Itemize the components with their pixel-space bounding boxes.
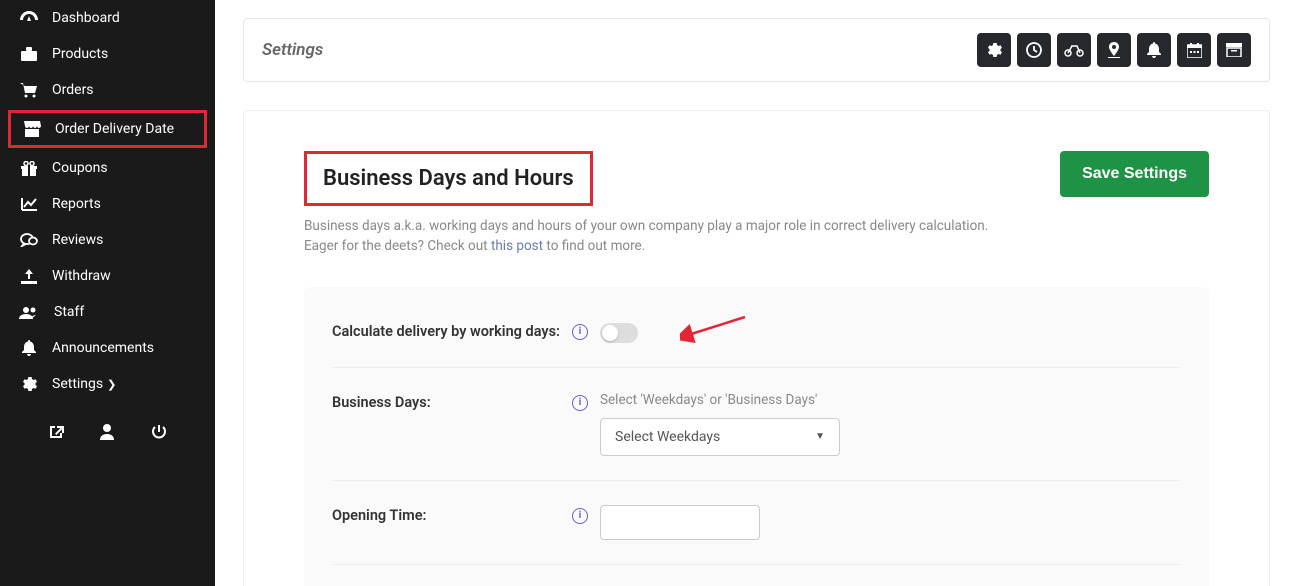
sidebar-item-label: Dashboard bbox=[52, 10, 120, 26]
bell-icon bbox=[18, 340, 40, 356]
header-tab-archive[interactable] bbox=[1217, 33, 1251, 67]
form-row-opening-time: Opening Time: i bbox=[332, 481, 1181, 565]
select-value: Select Weekdays bbox=[615, 429, 720, 445]
opening-time-label: Opening Time: bbox=[332, 505, 572, 524]
sidebar-item-withdraw[interactable]: Withdraw bbox=[0, 258, 215, 294]
sidebar-item-announcements[interactable]: Announcements bbox=[0, 330, 215, 366]
info-icon[interactable]: i bbox=[572, 395, 588, 411]
toggle-knob bbox=[602, 325, 618, 341]
external-link-icon[interactable] bbox=[48, 424, 64, 440]
sidebar-item-products[interactable]: Products bbox=[0, 36, 215, 72]
sidebar-item-order-delivery-date[interactable]: Order Delivery Date bbox=[8, 110, 207, 148]
business-days-label: Business Days: bbox=[332, 392, 572, 411]
users-icon bbox=[18, 306, 40, 319]
sidebar-item-dashboard[interactable]: Dashboard bbox=[0, 0, 215, 36]
section-title: Business Days and Hours bbox=[304, 151, 593, 206]
orders-icon bbox=[18, 83, 40, 98]
dashboard-icon bbox=[18, 11, 40, 25]
calculate-label: Calculate delivery by working days: bbox=[332, 321, 572, 340]
save-settings-button[interactable]: Save Settings bbox=[1060, 151, 1209, 197]
form-row-business-days: Business Days: i Select 'Weekdays' or 'B… bbox=[332, 368, 1181, 481]
sidebar-item-coupons[interactable]: Coupons bbox=[0, 150, 215, 186]
header-tab-calendar[interactable] bbox=[1177, 33, 1211, 67]
settings-form: Calculate delivery by working days: i Bu… bbox=[304, 287, 1209, 586]
chart-icon bbox=[18, 197, 40, 211]
content-panel: Business Days and Hours Business days a.… bbox=[243, 110, 1270, 586]
sidebar-item-label: Orders bbox=[52, 82, 94, 98]
sidebar-item-label: Coupons bbox=[52, 160, 108, 176]
chevron-down-icon: ▼ bbox=[815, 431, 825, 442]
main-content: Settings bbox=[215, 0, 1298, 586]
user-icon[interactable] bbox=[100, 424, 114, 440]
page-title: Settings bbox=[262, 40, 323, 60]
sidebar-item-staff[interactable]: Staff bbox=[0, 294, 215, 330]
annotation-arrow bbox=[680, 313, 750, 343]
sidebar-item-label: Reports bbox=[52, 196, 101, 212]
section-header: Business Days and Hours Business days a.… bbox=[304, 151, 1209, 257]
info-icon[interactable]: i bbox=[572, 508, 588, 524]
store-icon bbox=[21, 121, 43, 137]
products-icon bbox=[18, 47, 40, 61]
sidebar-item-label: Reviews bbox=[52, 232, 103, 248]
sidebar-bottom-actions bbox=[0, 410, 215, 454]
opening-time-input[interactable] bbox=[600, 505, 760, 540]
header-bar: Settings bbox=[243, 18, 1270, 82]
info-icon[interactable]: i bbox=[572, 324, 588, 340]
header-tab-location[interactable] bbox=[1097, 33, 1131, 67]
sidebar-item-label: Settings bbox=[52, 376, 103, 392]
header-tabs bbox=[977, 33, 1251, 67]
upload-icon bbox=[18, 269, 40, 284]
sidebar-item-label: Announcements bbox=[52, 340, 154, 356]
sidebar: Dashboard Products Orders Order Delivery… bbox=[0, 0, 215, 586]
sidebar-item-settings[interactable]: Settings ❯ bbox=[0, 366, 215, 402]
comment-icon bbox=[18, 233, 40, 247]
header-tab-gear[interactable] bbox=[977, 33, 1011, 67]
gear-icon bbox=[18, 376, 40, 392]
sidebar-item-reviews[interactable]: Reviews bbox=[0, 222, 215, 258]
section-description: Business days a.k.a. working days and ho… bbox=[304, 216, 1024, 257]
this-post-link[interactable]: this post bbox=[491, 238, 543, 254]
sidebar-item-label: Order Delivery Date bbox=[55, 121, 174, 137]
chevron-right-icon: ❯ bbox=[107, 378, 116, 391]
form-row-closing-time: Closing Time: i bbox=[332, 565, 1181, 586]
form-row-calculate: Calculate delivery by working days: i bbox=[332, 297, 1181, 368]
header-tab-clock[interactable] bbox=[1017, 33, 1051, 67]
header-tab-bell[interactable] bbox=[1137, 33, 1171, 67]
business-days-hint: Select 'Weekdays' or 'Business Days' bbox=[600, 392, 840, 408]
sidebar-item-label: Products bbox=[52, 46, 108, 62]
sidebar-item-orders[interactable]: Orders bbox=[0, 72, 215, 108]
sidebar-item-label: Staff bbox=[54, 304, 84, 320]
weekdays-select[interactable]: Select Weekdays ▼ bbox=[600, 418, 840, 456]
gift-icon bbox=[18, 161, 40, 176]
power-icon[interactable] bbox=[151, 424, 167, 440]
sidebar-item-label: Withdraw bbox=[52, 268, 111, 284]
sidebar-item-reports[interactable]: Reports bbox=[0, 186, 215, 222]
header-tab-bike[interactable] bbox=[1057, 33, 1091, 67]
calculate-toggle[interactable] bbox=[600, 323, 638, 343]
